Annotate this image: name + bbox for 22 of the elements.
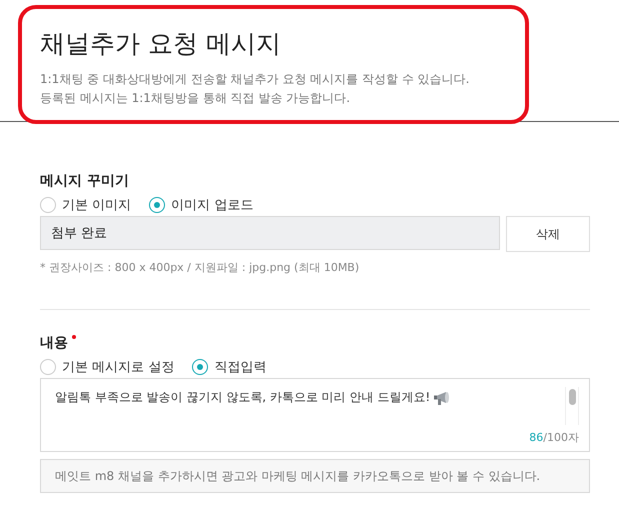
hint-text: * 권장사이즈 : 800 x 400px / 지원파일 : jpg.png (최대 10MB) bbox=[40, 260, 360, 275]
description-text: 등록된 메시지는 1:1채팅방을 통해 직접 발송 가능합니다. bbox=[40, 90, 352, 107]
file-field[interactable]: 첨부 완료 bbox=[40, 216, 500, 250]
section-heading: 내용 bbox=[40, 334, 68, 352]
char-count: 86 bbox=[529, 431, 544, 444]
message-field[interactable]: 알림톡 부족으로 발송이 끊기지 않도록, 카톡으로 미리 안내 드릴게요! 86/100자 bbox=[40, 378, 590, 452]
message-text: 알림톡 부족으로 발송이 끊기지 않도록, 카톡으로 미리 안내 드릴게요! bbox=[55, 389, 430, 406]
description-text: 1:1채팅 중 대화상대방에게 전송할 채널추가 요청 메시지를 작성할 수 있습니다. bbox=[40, 71, 470, 88]
radio-label: 직접입력 bbox=[214, 359, 266, 376]
page-title: 채널추가 요청 메시지 bbox=[40, 28, 282, 60]
radio-label: 기본 이미지 bbox=[62, 197, 132, 214]
radio-button[interactable] bbox=[149, 197, 166, 213]
footer-text: 메잇트 m8 채널을 추가하시면 광고와 마케팅 메시지를 카카오톡으로 받아 볼 수 있습니다. bbox=[55, 468, 540, 484]
radio-button[interactable] bbox=[40, 197, 56, 213]
radio-label: 기본 메시지로 설정 bbox=[62, 359, 174, 376]
radio-label: 이미지 업로드 bbox=[171, 197, 254, 214]
char-limit: /100자 bbox=[543, 431, 579, 444]
radio-button[interactable] bbox=[192, 359, 208, 375]
section-heading: 메시지 꾸미기 bbox=[40, 172, 130, 190]
delete-button[interactable]: 삭제 bbox=[506, 216, 590, 252]
radio-button[interactable] bbox=[40, 359, 56, 375]
scrollbar[interactable] bbox=[565, 387, 579, 425]
